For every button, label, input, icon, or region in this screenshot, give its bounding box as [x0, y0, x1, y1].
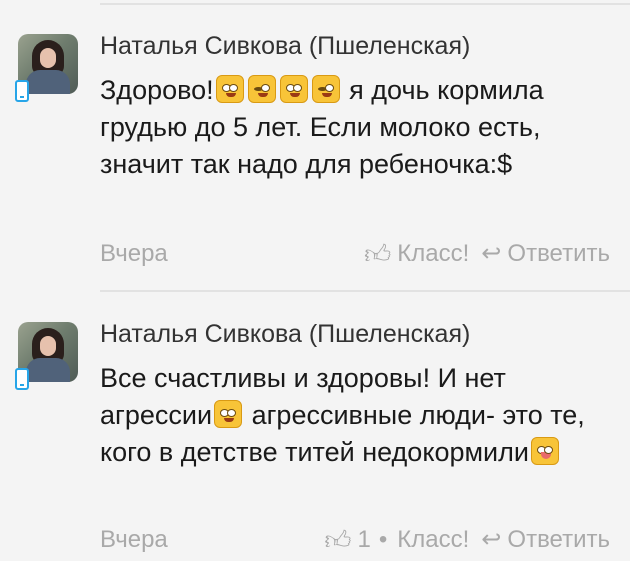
winking-emoji-icon — [247, 75, 276, 103]
like-label: Класс! — [397, 526, 470, 553]
comment-text-start: Здорово! — [100, 75, 214, 105]
comment-actions: 👍︎ 1 • Класс! ↩ Ответить — [324, 526, 610, 554]
thumb-up-icon: 👍︎ — [364, 239, 392, 269]
mobile-phone-icon — [15, 80, 29, 102]
grinning-emoji-icon — [279, 75, 308, 103]
comment-actions: 👍︎ Класс! ↩ Ответить — [364, 240, 610, 268]
laughing-emoji-icon — [215, 75, 244, 103]
reply-label: Ответить — [507, 240, 610, 267]
top-divider — [100, 3, 630, 5]
reply-button[interactable]: ↩ Ответить — [469, 240, 610, 268]
like-label: Класс! — [397, 240, 470, 267]
comment-divider — [100, 290, 630, 292]
laughing-emoji-icon — [214, 400, 243, 428]
like-button[interactable]: 👍︎ 1 • Класс! — [324, 526, 469, 554]
like-count: 1 — [357, 526, 371, 553]
comment-text: Здорово! я дочь кормила грудью до 5 лет.… — [100, 72, 620, 183]
separator-dot: • — [378, 526, 388, 553]
reply-arrow-icon: ↩ — [481, 240, 502, 267]
comment-text: Все счастливы и здоровы! И нет агрессии … — [100, 360, 620, 471]
comment-author[interactable]: Наталья Сивкова (Пшеленская) — [100, 320, 470, 349]
thumb-up-icon: 👍︎ — [324, 525, 352, 555]
comment-author[interactable]: Наталья Сивкова (Пшеленская) — [100, 32, 470, 61]
tongue-out-emoji-icon — [530, 437, 559, 465]
mobile-phone-icon — [15, 368, 29, 390]
like-button[interactable]: 👍︎ Класс! — [364, 240, 469, 268]
comment-date: Вчера — [100, 240, 168, 267]
reply-arrow-icon: ↩ — [481, 526, 502, 553]
reply-label: Ответить — [507, 526, 610, 553]
comment-date: Вчера — [100, 526, 168, 553]
reply-button[interactable]: ↩ Ответить — [469, 526, 610, 554]
winking-emoji-icon — [311, 75, 340, 103]
